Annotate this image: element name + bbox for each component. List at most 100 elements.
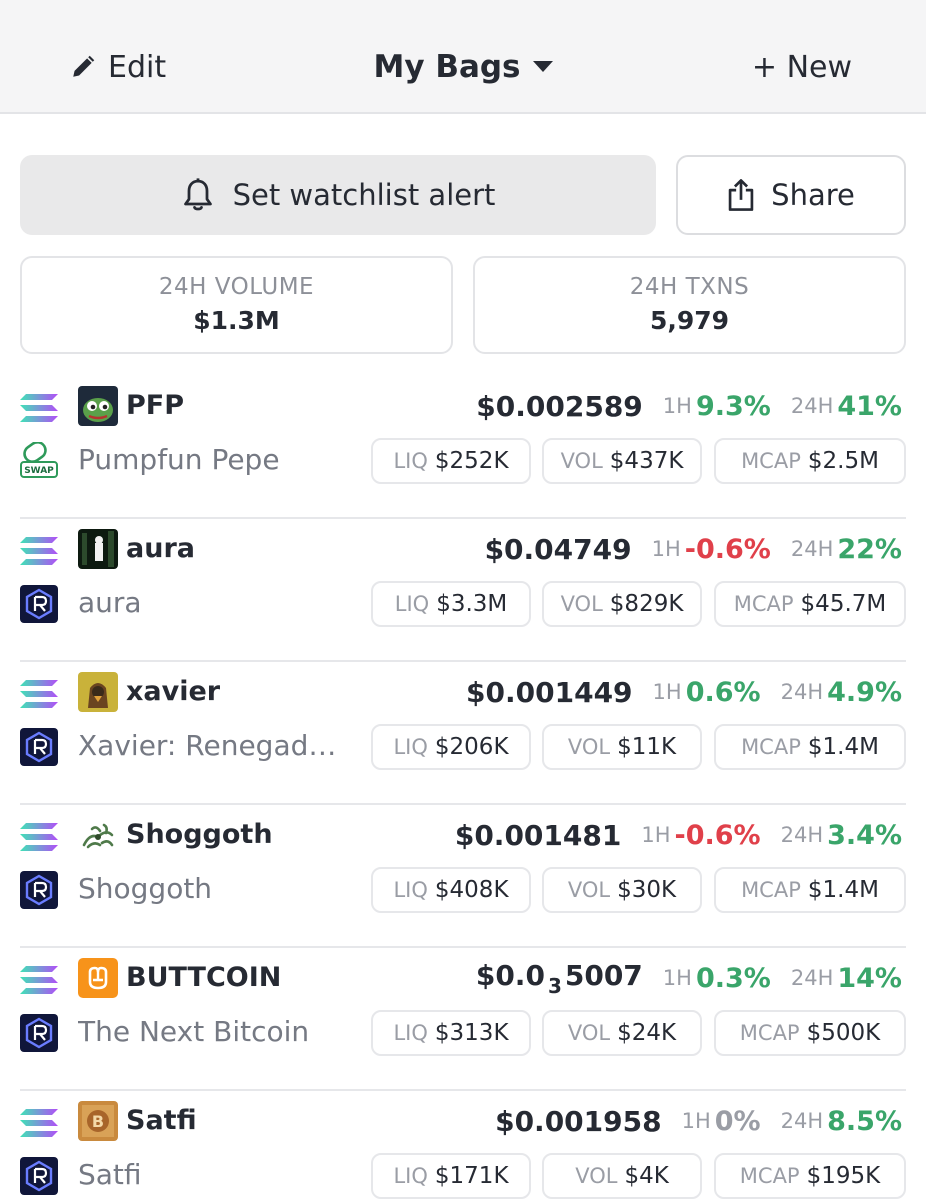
raydium-icon bbox=[20, 728, 58, 766]
label-1h: 1H bbox=[641, 823, 671, 847]
liq-value: $313K bbox=[434, 1020, 509, 1046]
share-label: Share bbox=[771, 178, 855, 212]
volume-pill: VOL $437K bbox=[542, 438, 702, 484]
token-row[interactable]: xavier Xavier: Renegade Angel $0.001449 … bbox=[0, 662, 926, 805]
watchlist-title: My Bags bbox=[373, 49, 521, 85]
mcap-label: MCAP bbox=[739, 1164, 800, 1188]
token-row[interactable]: PFP SWAP Pumpfun Pepe $0.002589 1H 9.3% … bbox=[0, 376, 926, 519]
solana-icon bbox=[20, 966, 58, 994]
svg-text:SWAP: SWAP bbox=[24, 466, 54, 476]
token-price: $0.0 3 5007 bbox=[476, 959, 643, 998]
mcap-label: MCAP bbox=[741, 735, 801, 759]
top-bar: Edit My Bags + New bbox=[0, 0, 926, 114]
vol-value: $30K bbox=[617, 877, 677, 903]
vol-value: $24K bbox=[617, 1020, 677, 1046]
token-price: $0.001481 bbox=[454, 818, 622, 852]
change-24h: 41% bbox=[837, 390, 902, 422]
mcap-value: $195K bbox=[806, 1163, 881, 1189]
token-symbol: PFP bbox=[126, 390, 185, 421]
change-24h: 14% bbox=[837, 962, 902, 994]
token-price: $0.001449 bbox=[466, 675, 633, 709]
token-price: $0.04749 bbox=[484, 532, 632, 566]
solana-icon bbox=[20, 680, 58, 708]
volume-pill: VOL $30K bbox=[542, 867, 702, 913]
share-button[interactable]: Share bbox=[676, 155, 906, 235]
label-1h: 1H bbox=[662, 966, 692, 990]
token-price: $0.001958 bbox=[495, 1104, 662, 1138]
liq-value: $252K bbox=[434, 448, 509, 474]
change-24h: 22% bbox=[837, 533, 902, 565]
change-24h: 3.4% bbox=[827, 819, 902, 851]
price-row: $0.001481 1H -0.6% 24H 3.4% bbox=[455, 815, 902, 855]
token-row[interactable]: Shoggoth Shoggoth $0.001481 1H -0.6% 24H… bbox=[0, 805, 926, 948]
stat-label: 24H TXNS bbox=[629, 274, 750, 300]
vol-label: VOL bbox=[560, 449, 603, 473]
solana-icon bbox=[20, 1109, 58, 1137]
price-row: $0.0 3 5007 1H 0.3% 24H 14% bbox=[476, 958, 902, 998]
volume-pill: VOL $24K bbox=[542, 1010, 702, 1056]
label-1h: 1H bbox=[681, 1109, 711, 1133]
mcap-pill: MCAP $45.7M bbox=[714, 581, 906, 627]
mcap-value: $2.5M bbox=[807, 448, 879, 474]
share-icon bbox=[728, 179, 754, 211]
price-row: $0.001449 1H 0.6% 24H 4.9% bbox=[466, 672, 902, 712]
liq-label: LIQ bbox=[393, 878, 428, 902]
bell-icon bbox=[183, 178, 212, 211]
liq-label: LIQ bbox=[393, 1021, 428, 1045]
token-row[interactable]: B Satfi Satfi $0.001958 1H 0% 24H 8.5% L… bbox=[0, 1091, 926, 1200]
liquidity-pill: LIQ $408K bbox=[371, 867, 531, 913]
token-row[interactable]: BUTTCOIN The Next Bitcoin $0.0 3 5007 1H 0… bbox=[0, 948, 926, 1091]
new-watchlist-button[interactable]: + New bbox=[752, 44, 852, 90]
vol-label: VOL bbox=[567, 878, 611, 902]
mcap-pill: MCAP $1.4M bbox=[714, 724, 906, 770]
raydium-icon bbox=[20, 585, 58, 623]
label-1h: 1H bbox=[652, 680, 682, 704]
buttcoin-logo-icon bbox=[78, 958, 118, 998]
raydium-icon bbox=[20, 1157, 58, 1195]
liquidity-pill: LIQ $252K bbox=[371, 438, 531, 484]
price-row: $0.002589 1H 9.3% 24H 41% bbox=[476, 386, 902, 426]
stat-24h-txns: 24H TXNS 5,979 bbox=[473, 256, 906, 354]
vol-value: $437K bbox=[609, 448, 684, 474]
token-row[interactable]: aura aura $0.04749 1H -0.6% 24H 22% LIQ $… bbox=[0, 519, 926, 662]
stat-value: 5,979 bbox=[649, 306, 730, 335]
vol-label: VOL bbox=[560, 592, 603, 616]
token-name: The Next Bitcoin bbox=[78, 1015, 310, 1048]
price-row: $0.04749 1H -0.6% 24H 22% bbox=[485, 529, 902, 569]
price-tail: 5007 bbox=[564, 958, 643, 992]
caret-down-icon bbox=[532, 61, 553, 72]
token-symbol: Satfi bbox=[126, 1105, 197, 1136]
shoggoth-logo-icon bbox=[78, 815, 118, 855]
liq-value: $3.3M bbox=[436, 591, 508, 617]
mcap-value: $1.4M bbox=[807, 877, 879, 903]
stat-label: 24H VOLUME bbox=[158, 274, 315, 300]
change-1h: -0.6% bbox=[684, 533, 771, 565]
mcap-label: MCAP bbox=[741, 878, 801, 902]
raydium-icon bbox=[20, 871, 58, 909]
token-symbol: Shoggoth bbox=[126, 819, 273, 850]
liq-value: $206K bbox=[434, 734, 509, 760]
satfi-logo-icon: B bbox=[78, 1101, 118, 1141]
volume-pill: VOL $4K bbox=[542, 1153, 702, 1199]
stat-value: $1.3M bbox=[193, 306, 280, 335]
mcap-label: MCAP bbox=[741, 449, 801, 473]
solana-icon bbox=[20, 823, 58, 851]
label-24h: 24H bbox=[790, 966, 834, 990]
pump-swap-icon: SWAP bbox=[20, 442, 58, 478]
label-24h: 24H bbox=[790, 394, 834, 418]
price-row: $0.001958 1H 0% 24H 8.5% bbox=[495, 1101, 902, 1141]
mcap-pill: MCAP $1.4M bbox=[714, 867, 906, 913]
mcap-pill: MCAP $195K bbox=[714, 1153, 906, 1199]
mcap-value: $45.7M bbox=[800, 591, 887, 617]
token-symbol: xavier bbox=[126, 676, 221, 707]
change-24h: 8.5% bbox=[827, 1105, 902, 1137]
change-1h: -0.6% bbox=[674, 819, 761, 851]
change-1h: 0.6% bbox=[685, 676, 761, 708]
token-symbol: BUTTCOIN bbox=[126, 962, 282, 993]
set-watchlist-alert-button[interactable]: Set watchlist alert bbox=[20, 155, 656, 235]
token-name: Xavier: Renegade Angel bbox=[78, 729, 352, 762]
token-symbol: aura bbox=[126, 533, 195, 564]
liquidity-pill: LIQ $3.3M bbox=[371, 581, 531, 627]
change-1h: 0% bbox=[714, 1105, 761, 1137]
mcap-value: $1.4M bbox=[807, 734, 879, 760]
